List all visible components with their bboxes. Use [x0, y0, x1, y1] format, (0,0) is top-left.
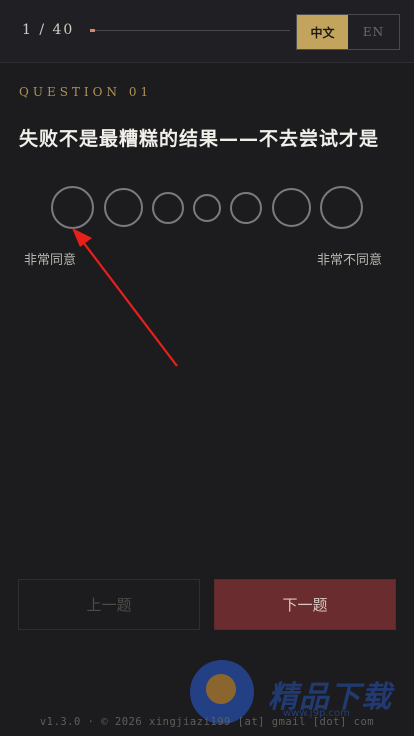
question-number: QUESTION 01	[19, 85, 153, 99]
scale-option-1[interactable]	[51, 186, 94, 229]
footer-version: v1.3.0 · © 2026 xingjiazi199 [at] gmail …	[39, 716, 375, 728]
progress-bar-fill	[90, 29, 95, 32]
lang-chinese-button[interactable]: 中文	[297, 15, 348, 49]
scale-left-label: 非常同意	[24, 253, 77, 268]
watermark-logo-icon	[190, 660, 254, 724]
watermark-logo-dot	[206, 674, 236, 704]
question-text: 失败不是最糟糕的结果——不去尝试才是	[19, 128, 380, 150]
scale-option-6[interactable]	[272, 188, 311, 227]
scale-option-4[interactable]	[193, 194, 221, 222]
progress-bar	[90, 29, 290, 32]
scale-option-7[interactable]	[320, 186, 363, 229]
progress-counter: 1 / 40	[22, 22, 75, 38]
language-toggle: 中文 EN	[296, 14, 400, 50]
lang-english-button[interactable]: EN	[348, 15, 399, 49]
top-bar: 1 / 40 中文 EN	[0, 0, 414, 63]
scale-option-5[interactable]	[230, 192, 262, 224]
scale-right-label: 非常不同意	[317, 253, 383, 268]
previous-question-button[interactable]: 上一题	[18, 579, 200, 630]
scale-option-2[interactable]	[104, 188, 143, 227]
scale-option-3[interactable]	[152, 192, 184, 224]
next-question-button[interactable]: 下一题	[214, 579, 396, 630]
